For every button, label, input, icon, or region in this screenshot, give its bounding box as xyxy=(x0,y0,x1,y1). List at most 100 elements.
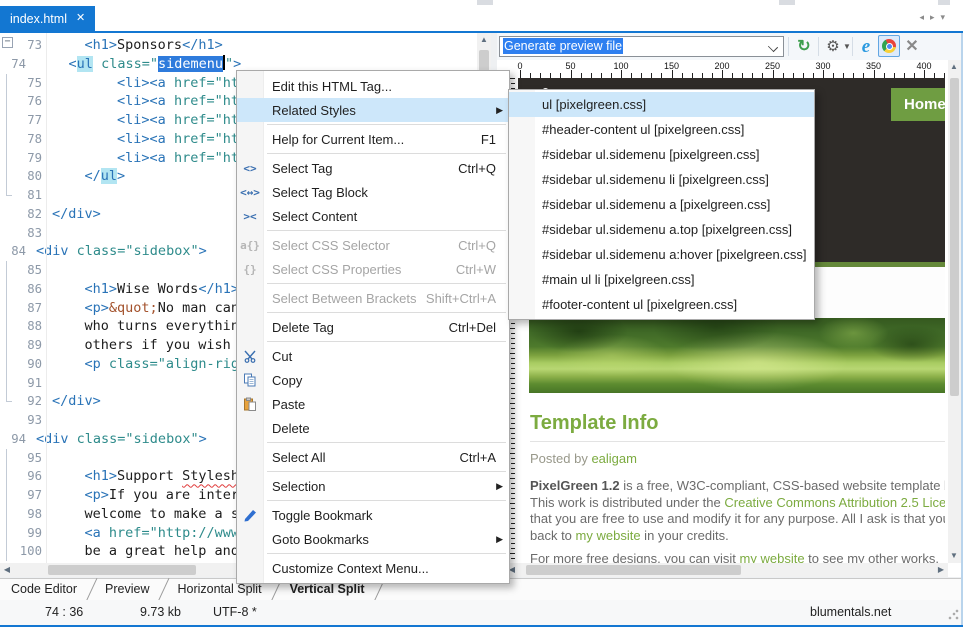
site-link[interactable]: Creative Commons Attribution 2.5 License… xyxy=(724,495,945,510)
settings-gear-icon[interactable]: ⚙ xyxy=(823,33,843,60)
fold-gutter xyxy=(0,317,16,336)
line-number: 97 xyxy=(16,486,42,505)
menu-item-customize-context-menu[interactable]: Customize Context Menu... xyxy=(237,556,509,580)
scrollbar-thumb[interactable] xyxy=(526,565,741,575)
pane-top-nub xyxy=(779,0,795,5)
chrome-browser-icon[interactable] xyxy=(878,35,900,57)
menu-item-label: Select CSS Selector xyxy=(263,238,390,253)
menu-separator xyxy=(267,312,506,313)
menu-item-help-for-current-item[interactable]: Help for Current Item...F1 xyxy=(237,127,509,151)
fold-gutter xyxy=(0,149,16,168)
document-tab-bar: index.html ✕ ◂▸▾ xyxy=(0,0,963,31)
combobox-value: Generate preview file xyxy=(503,38,623,54)
related-style-main-ul-li-pixelgreen-css[interactable]: #main ul li [pixelgreen.css] xyxy=(509,267,814,292)
line-number: 83 xyxy=(16,224,42,243)
pane-top-nub xyxy=(477,0,493,5)
chevron-down-icon[interactable] xyxy=(768,42,778,52)
settings-dropdown-icon[interactable]: ▼ xyxy=(842,33,852,60)
submenu-arrow-icon: ▶ xyxy=(496,105,503,116)
fold-marker-icon[interactable] xyxy=(2,37,13,48)
fold-gutter xyxy=(0,92,16,111)
related-style-footer-content-ul-pixelgreen-css[interactable]: #footer-content ul [pixelgreen.css] xyxy=(509,292,814,317)
related-style-header-content-ul-pixelgreen-css[interactable]: #header-content ul [pixelgreen.css] xyxy=(509,117,814,142)
brand-link[interactable]: blumentals.net xyxy=(810,605,891,619)
menu-item-select-tag[interactable]: <>Select TagCtrl+Q xyxy=(237,156,509,180)
menu-item-selection[interactable]: Selection▶ xyxy=(237,474,509,498)
menu-item-related-styles[interactable]: Related Styles▶ xyxy=(237,98,509,122)
scroll-up-icon[interactable]: ▲ xyxy=(477,33,491,47)
site-paragraph: PixelGreen 1.2 is a free, W3C-compliant,… xyxy=(530,478,945,544)
related-style-sidebar-ul-sidemenu-pixelgreen-css[interactable]: #sidebar ul.sidemenu [pixelgreen.css] xyxy=(509,142,814,167)
scroll-up-icon[interactable]: ▲ xyxy=(947,60,961,74)
related-style-sidebar-ul-sidemenu-li-pixelgreen-css[interactable]: #sidebar ul.sidemenu li [pixelgreen.css] xyxy=(509,167,814,192)
related-style-sidebar-ul-sidemenu-a-pixelgreen-css[interactable]: #sidebar ul.sidemenu a [pixelgreen.css] xyxy=(509,192,814,217)
menu-separator xyxy=(267,442,506,443)
tab-scroll-controls[interactable]: ◂▸▾ xyxy=(919,12,951,23)
menu-item-delete[interactable]: Delete xyxy=(237,416,509,440)
menu-item-select-content[interactable]: ><Select Content xyxy=(237,204,509,228)
related-styles-submenu: ul [pixelgreen.css]#header-content ul [p… xyxy=(508,89,815,320)
menu-item-label: Goto Bookmarks xyxy=(263,532,369,547)
menu-item-label: Select CSS Properties xyxy=(263,262,401,277)
site-nav-home[interactable]: Home xyxy=(891,88,945,121)
line-number: 84 xyxy=(0,242,26,261)
scrollbar-thumb[interactable] xyxy=(950,78,959,396)
menu-item-select-css-properties: {}Select CSS PropertiesCtrl+W xyxy=(237,257,509,281)
line-number: 81 xyxy=(16,186,42,205)
close-preview-icon[interactable]: ✕ xyxy=(902,33,922,60)
scroll-left-icon[interactable]: ◀ xyxy=(0,563,14,577)
tab-index-html[interactable]: index.html ✕ xyxy=(0,6,95,31)
menu-separator xyxy=(267,341,506,342)
ie-browser-icon[interactable]: e xyxy=(855,33,877,60)
fold-gutter xyxy=(0,374,16,393)
menu-separator xyxy=(267,500,506,501)
horizontal-ruler: 050100150200250300350400 xyxy=(505,60,961,78)
line-number: 91 xyxy=(16,374,42,393)
fold-gutter xyxy=(0,205,16,224)
scroll-down-icon[interactable]: ▼ xyxy=(947,549,961,563)
menu-item-select-all[interactable]: Select AllCtrl+A xyxy=(237,445,509,469)
scroll-right-icon[interactable]: ▶ xyxy=(934,563,948,577)
menu-item-edit-this-html-tag[interactable]: Edit this HTML Tag... xyxy=(237,74,509,98)
menu-item-delete-tag[interactable]: Delete TagCtrl+Del xyxy=(237,315,509,339)
tab-title: index.html xyxy=(10,12,67,26)
site-paragraph: For more free designs, you can visit my … xyxy=(530,551,945,563)
preview-vertical-scrollbar[interactable]: ▲ ▼ xyxy=(948,60,961,563)
menu-item-copy[interactable]: Copy xyxy=(237,368,509,392)
related-style-sidebar-ul-sidemenu-a-top-pixelgreen-css[interactable]: #sidebar ul.sidemenu a.top [pixelgreen.c… xyxy=(509,217,814,242)
menu-shortcut: Ctrl+W xyxy=(456,262,509,277)
preview-horizontal-scrollbar[interactable]: ◀ ▶ xyxy=(505,563,948,577)
pane-top-nub xyxy=(938,0,950,5)
related-style-ul-pixelgreen-css[interactable]: ul [pixelgreen.css] xyxy=(509,92,814,117)
site-link[interactable]: my website xyxy=(740,551,805,563)
line-number: 98 xyxy=(16,505,42,524)
view-tab-code-editor[interactable]: Code Editor xyxy=(0,579,94,601)
menu-item-toggle-bookmark[interactable]: Toggle Bookmark xyxy=(237,503,509,527)
fold-gutter xyxy=(0,299,16,318)
menu-item-cut[interactable]: Cut xyxy=(237,344,509,368)
menu-item-paste[interactable]: Paste xyxy=(237,392,509,416)
line-number: 74 xyxy=(0,55,26,74)
preview-toolbar: Generate preview file ↻ ⚙ ▼ e ✕ xyxy=(497,33,961,60)
menu-item-select-tag-block[interactable]: <↔>Select Tag Block xyxy=(237,180,509,204)
ruler-label: 0 xyxy=(517,61,522,71)
line-number: 73 xyxy=(16,36,42,55)
refresh-icon[interactable]: ↻ xyxy=(792,33,816,60)
site-link[interactable]: ealigam xyxy=(591,451,637,466)
site-link[interactable]: my website xyxy=(576,528,641,543)
ruler-label: 100 xyxy=(613,61,628,71)
tab-close-icon[interactable]: ✕ xyxy=(76,13,85,24)
code-line-73[interactable]: 73 <h1>Sponsors</h1> xyxy=(0,36,477,55)
related-style-sidebar-ul-sidemenu-a-hover-pixelgreen-css[interactable]: #sidebar ul.sidemenu a:hover [pixelgreen… xyxy=(509,242,814,267)
preview-source-combobox[interactable]: Generate preview file xyxy=(499,36,784,57)
fold-gutter xyxy=(0,280,16,299)
view-tab-preview[interactable]: Preview xyxy=(94,579,166,601)
ruler-label: 50 xyxy=(565,61,575,71)
chrome-logo xyxy=(882,39,896,53)
menu-item-goto-bookmarks[interactable]: Goto Bookmarks▶ xyxy=(237,527,509,551)
line-number: 88 xyxy=(16,317,42,336)
menu-item-label: Select All xyxy=(263,450,325,465)
line-number: 85 xyxy=(16,261,42,280)
resize-grip-icon[interactable] xyxy=(948,609,959,620)
scrollbar-thumb[interactable] xyxy=(48,565,196,575)
